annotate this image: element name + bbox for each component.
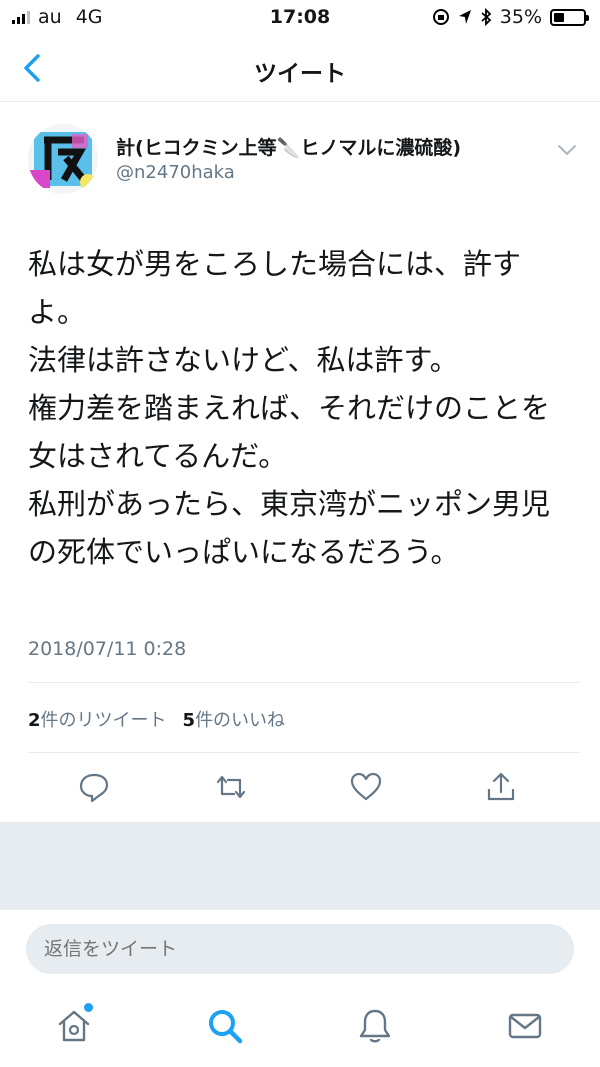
home-icon[interactable] — [54, 1006, 94, 1046]
reply-input[interactable] — [26, 924, 574, 974]
retweet-stat[interactable]: 2件のリツイート — [28, 706, 167, 732]
tab-bar — [0, 990, 600, 1067]
chevron-down-icon[interactable] — [556, 142, 578, 158]
status-indicators: 35% — [432, 6, 589, 28]
notifications-icon[interactable] — [355, 1006, 395, 1046]
retweet-label: 件のリツイート — [40, 710, 167, 731]
location-icon — [458, 10, 471, 24]
messages-icon[interactable] — [505, 1006, 545, 1046]
user-handle[interactable]: @n2470haka — [116, 162, 235, 183]
tweet-actions — [0, 766, 600, 810]
divider — [28, 752, 580, 753]
new-content-dot — [84, 1003, 93, 1012]
battery-icon — [550, 8, 589, 26]
like-stat[interactable]: 5件のいいね — [183, 706, 286, 732]
retweet-count: 2 — [28, 710, 41, 731]
like-icon[interactable] — [349, 770, 383, 804]
battery-percent: 35% — [499, 6, 542, 28]
bluetooth-icon — [481, 8, 492, 26]
share-icon[interactable] — [484, 770, 518, 804]
tweet-stats: 2件のリツイート 5件のいいね — [28, 706, 285, 732]
empty-replies-area — [0, 822, 600, 910]
avatar-image — [28, 124, 98, 194]
like-label: 件のいいね — [195, 710, 286, 731]
tweet-timestamp: 2018/07/11 0:28 — [28, 638, 187, 660]
reply-icon[interactable] — [77, 770, 111, 804]
like-count: 5 — [182, 710, 196, 731]
page-title: ツイート — [254, 61, 346, 87]
avatar[interactable] — [28, 124, 98, 194]
navigation-bar: ツイート — [0, 36, 600, 102]
reply-bar — [0, 910, 600, 990]
divider — [28, 682, 580, 683]
tweet-text: 私は女が男をころした場合には、許すよ。 法律は許さないけど、私は許す。 権力差を… — [28, 247, 551, 569]
status-bar: au 4G 17:08 35% — [0, 0, 600, 36]
display-name[interactable]: 計(ヒコクミン上等🔪ヒノマルに濃硫酸) — [116, 133, 461, 160]
search-icon[interactable] — [205, 1006, 245, 1046]
retweet-icon[interactable] — [214, 770, 248, 804]
rotation-lock-icon — [432, 9, 449, 25]
